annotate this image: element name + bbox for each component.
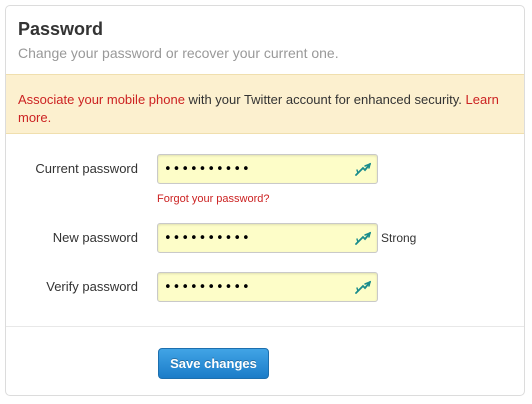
save-changes-button[interactable]: Save changes [158, 348, 269, 379]
verify-password-row: Verify password [6, 272, 524, 302]
new-password-row: New password Strong [6, 223, 524, 253]
new-password-field[interactable] [157, 223, 378, 253]
page-header: Password Change your password or recover… [18, 18, 339, 62]
page-title: Password [18, 19, 104, 39]
new-password-label: New password [52, 230, 138, 245]
forgot-password-link[interactable]: Forgot your password? [157, 192, 270, 206]
page-subtitle: Change your password or recover your cur… [18, 45, 339, 61]
associate-mobile-link[interactable]: Associate your mobile phone [18, 92, 185, 107]
key-icon [355, 231, 372, 245]
new-password-input[interactable] [164, 230, 344, 246]
current-password-input[interactable] [164, 161, 344, 177]
key-icon [355, 280, 372, 294]
verify-password-input[interactable] [164, 279, 344, 295]
security-alert: Associate your mobile phone with your Tw… [6, 74, 524, 134]
alert-text: with your Twitter account for enhanced s… [184, 92, 466, 107]
verify-password-label: Verify password [46, 279, 138, 294]
current-password-label: Current password [35, 161, 138, 176]
current-password-row: Current password Forgot your password? [6, 154, 524, 205]
key-icon [355, 162, 372, 176]
current-password-field[interactable] [157, 154, 378, 184]
verify-password-field[interactable] [157, 272, 378, 302]
password-settings-card: Password Change your password or recover… [5, 5, 525, 396]
password-strength-indicator: Strong [381, 231, 417, 245]
form-divider [6, 326, 524, 327]
